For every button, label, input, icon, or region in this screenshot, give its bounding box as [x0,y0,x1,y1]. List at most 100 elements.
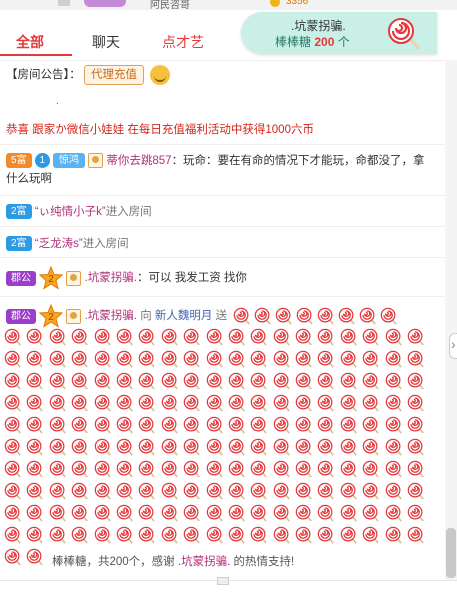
lollipop-icon [49,504,66,522]
lollipop-icon [251,416,268,434]
lollipop-icon [4,548,21,566]
lollipop-icon [318,460,335,478]
lollipop-icon [340,328,357,346]
lollipop-icon [183,416,201,434]
lollipop-row [4,372,434,394]
lollipop-icon [362,482,380,500]
lollipop-icon [206,394,223,412]
tab-chat[interactable]: 聊天 [92,32,120,52]
lollipop-icon [71,328,89,346]
rich-badge: 2富 [6,204,32,220]
lollipop-icon [251,438,268,456]
lollipop-icon [183,526,201,544]
side-expand-handle[interactable] [449,333,457,359]
lollipop-icon [139,482,156,500]
lollipop-icon [362,350,380,368]
lollipop-icon [161,350,178,368]
top-strip: 阿民咨哥 3356 [0,0,457,10]
tab-talent[interactable]: 点才艺 [162,32,204,52]
notice-dot: . [56,96,59,107]
congrats-message: 恭喜 跟家か微信小娃娃 在每日充值福利活动中获得1000六币 [6,124,314,136]
lollipop-icon [251,328,268,346]
notice-label: 【房间公告】： [6,69,81,82]
message-text: 进入房间 [105,206,152,218]
lollipop-icon [71,416,89,434]
lollipop-icon [385,438,402,456]
lollipop-icon [273,482,290,500]
collapse-handle[interactable] [217,577,229,585]
top-user-name: 阿民咨哥 [150,0,190,10]
lollipop-icon [206,372,223,390]
lollipop-icon [49,394,66,412]
message-target-user[interactable]: 新人魏明月 [155,310,213,322]
tab-underline [0,54,72,56]
lollipop-icon [206,350,223,368]
star-level-icon: 2 [39,304,64,328]
lollipop-icon [362,460,380,478]
lollipop-icon [139,438,156,456]
lollipop-icon [49,482,66,500]
lollipop-icon [139,372,156,390]
lollipop-icon [49,372,66,390]
message-user[interactable]: 蒂你去跳857 [106,155,171,167]
lollipop-icon [407,372,424,390]
lollipop-icon [206,438,223,456]
scrollbar-thumb[interactable] [446,528,456,578]
message-user[interactable]: “ぃ纯情小子k” [35,206,106,218]
lollipop-icon [340,350,357,368]
lollipop-icon [362,438,380,456]
lollipop-icon [228,328,245,346]
gift-banner-sender: .坑蒙拐骗. [291,19,346,33]
lollipop-icon [251,372,268,390]
lollipop-icon [385,460,402,478]
lollipop-icon [27,460,44,478]
smile-icon [150,65,171,85]
lollipop-icon [27,394,44,412]
lollipop-icon [183,350,201,368]
lollipop-icon [318,438,335,456]
lollipop-icon [273,350,290,368]
level-icon: 1 [34,153,50,169]
lollipop-icon [139,526,156,544]
lollipop-icon [362,328,380,346]
lollipop-icon [295,526,312,544]
gift-banner-unit: 个 [337,35,350,49]
user-card-icon[interactable] [88,153,104,169]
scrollbar-track[interactable] [445,60,457,580]
lollipop-icon [228,526,245,544]
message-user[interactable]: .坑蒙拐骗. [85,310,137,322]
lollipop-icon [318,482,335,500]
lollipop-icon [407,504,424,522]
lollipop-icon [161,328,178,346]
lollipop-icon [206,328,223,346]
divider [0,226,445,227]
lollipop-icon [385,350,402,368]
tab-all[interactable]: 全部 [0,32,72,56]
message-user[interactable]: .坑蒙拐骗. [85,272,137,284]
agent-recharge-button[interactable]: 代理充值 [83,65,144,86]
lollipop-icon [339,307,356,325]
lollipop-icon [183,482,201,500]
gift-footer-gift: 棒棒糖，共200个，感谢 [52,556,175,568]
lollipop-icon [71,460,89,478]
lollipop-icon [161,482,178,500]
lollipop-icon [340,438,357,456]
gift-footer-user[interactable]: .坑蒙拐骗. [178,556,230,568]
lollipop-icon [228,350,245,368]
lollipop-row [4,482,434,504]
lollipop-icon [360,307,377,325]
lollipop-icon [94,526,111,544]
lollipop-icon [318,350,335,368]
lollipop-icon [295,372,312,390]
user-card-icon[interactable] [66,308,82,324]
lollipop-icon [318,372,335,390]
lollipop-icon [4,328,21,346]
user-card-icon[interactable] [66,270,82,286]
message-user[interactable]: “乏龙涛s” [35,238,83,250]
rich-badge: 2富 [6,236,32,252]
lollipop-icon [385,372,402,390]
lollipop-icon [4,526,21,544]
lollipop-icon [381,307,398,325]
lollipop-icon [71,504,89,522]
lollipop-icon [273,328,290,346]
